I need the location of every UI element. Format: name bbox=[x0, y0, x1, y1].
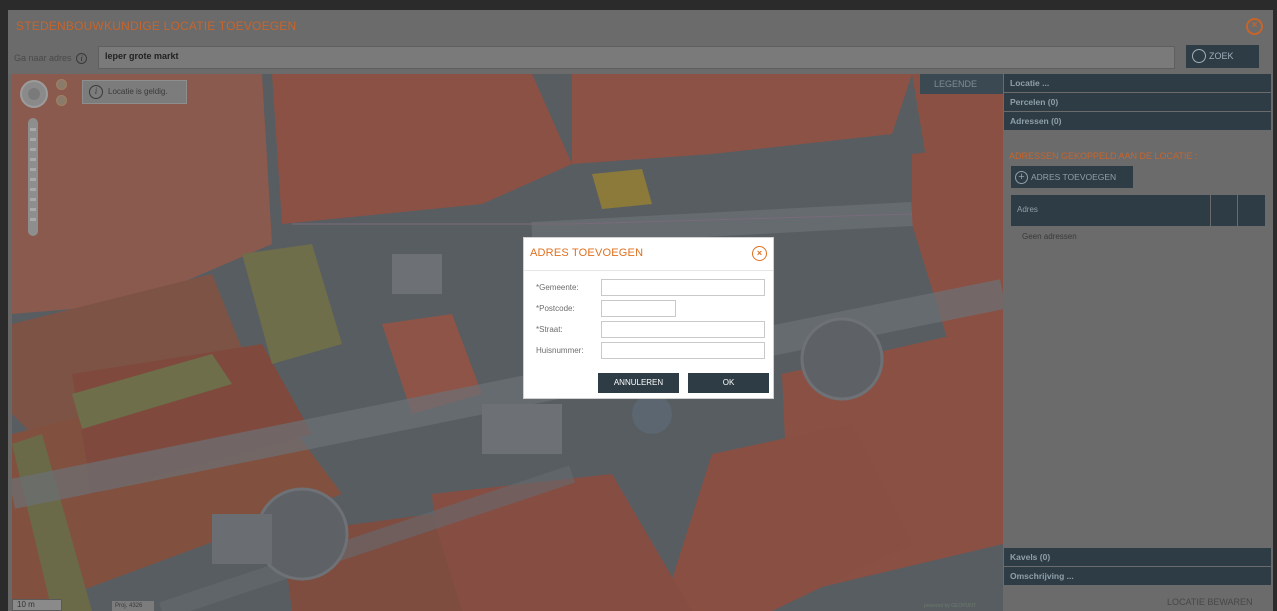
sidebar-panel: Locatie ... Percelen (0) Adressen (0) AD… bbox=[1003, 74, 1273, 611]
info-icon: i bbox=[89, 84, 103, 99]
add-address-button[interactable]: + ADRES TOEVOEGEN bbox=[1011, 166, 1133, 188]
map-view[interactable]: i Locatie is geldig. LEGENDE 10 m Proj. 4… bbox=[12, 74, 1003, 611]
empty-address-text: Geen adressen bbox=[1022, 232, 1077, 241]
scale-bar: 10 m bbox=[12, 599, 62, 611]
plus-icon: + bbox=[1015, 171, 1028, 185]
projection-label: Proj. 4326 bbox=[112, 601, 154, 611]
huisnummer-input[interactable] bbox=[601, 342, 765, 359]
gemeente-label: *Gemeente: bbox=[536, 283, 579, 292]
column-divider bbox=[1237, 195, 1238, 226]
add-address-dialog: ADRES TOEVOEGEN × *Gemeente: *Postcode: … bbox=[523, 237, 774, 399]
column-adres: Adres bbox=[1017, 205, 1038, 214]
zoom-tick bbox=[30, 128, 36, 131]
validity-text: Locatie is geldig. bbox=[108, 87, 168, 96]
zoom-tick bbox=[30, 218, 36, 221]
zoom-tick bbox=[30, 168, 36, 171]
address-label: Ga naar adres i bbox=[14, 53, 88, 64]
zoom-tick bbox=[30, 148, 36, 151]
gemeente-input[interactable] bbox=[601, 279, 765, 296]
info-icon[interactable]: i bbox=[76, 53, 88, 64]
section-omschrijving[interactable]: Omschrijving ... bbox=[1004, 567, 1271, 585]
address-bar: Ga naar adres i Ieper grote markt ZOEK bbox=[8, 44, 1273, 74]
map-canvas bbox=[12, 74, 1003, 611]
zoom-tick bbox=[30, 208, 36, 211]
zoom-tick bbox=[30, 138, 36, 141]
huisnummer-label: Huisnummer: bbox=[536, 346, 584, 355]
save-location-button[interactable]: LOCATIE BEWAREN bbox=[1167, 597, 1253, 607]
straat-label: *Straat: bbox=[536, 325, 563, 334]
previous-view-icon[interactable] bbox=[56, 95, 67, 106]
legend-button[interactable]: LEGENDE bbox=[920, 74, 1003, 94]
zoom-tick bbox=[30, 188, 36, 191]
address-search-input[interactable]: Ieper grote markt bbox=[98, 46, 1175, 69]
postcode-label: *Postcode: bbox=[536, 304, 575, 313]
add-address-label: ADRES TOEVOEGEN bbox=[1031, 172, 1117, 182]
ok-button[interactable]: OK bbox=[688, 373, 769, 393]
cancel-button[interactable]: ANNULEREN bbox=[598, 373, 679, 393]
powered-by-logo: powered by GEOPUNT bbox=[924, 603, 976, 609]
close-icon[interactable]: × bbox=[1246, 18, 1263, 35]
straat-input[interactable] bbox=[601, 321, 765, 338]
zoom-extent-icon[interactable] bbox=[56, 79, 67, 90]
dialog-divider bbox=[524, 270, 773, 271]
title-bar: STEDENBOUWKUNDIGE LOCATIE TOEVOEGEN × bbox=[8, 10, 1273, 44]
section-locatie[interactable]: Locatie ... bbox=[1004, 74, 1271, 92]
zoom-tick bbox=[30, 178, 36, 181]
column-divider bbox=[1210, 195, 1211, 226]
validity-message: i Locatie is geldig. bbox=[82, 80, 187, 104]
dialog-title: ADRES TOEVOEGEN bbox=[530, 247, 644, 259]
linked-addresses-title: ADRESSEN GEKOPPELD AAN DE LOCATIE : bbox=[1009, 151, 1198, 161]
address-label-text: Ga naar adres bbox=[14, 53, 72, 63]
zoom-slider[interactable] bbox=[28, 118, 38, 236]
zoom-tick bbox=[30, 158, 36, 161]
section-adressen[interactable]: Adressen (0) bbox=[1004, 112, 1271, 130]
pan-control[interactable] bbox=[20, 80, 48, 108]
search-icon bbox=[1192, 48, 1206, 63]
section-kavels[interactable]: Kavels (0) bbox=[1004, 548, 1271, 566]
search-button[interactable]: ZOEK bbox=[1186, 45, 1259, 68]
close-icon[interactable]: × bbox=[752, 246, 767, 261]
search-button-label: ZOEK bbox=[1209, 51, 1234, 61]
section-percelen[interactable]: Percelen (0) bbox=[1004, 93, 1271, 111]
window-title: STEDENBOUWKUNDIGE LOCATIE TOEVOEGEN bbox=[16, 19, 297, 33]
address-table-header: Adres bbox=[1011, 195, 1265, 226]
zoom-tick bbox=[30, 198, 36, 201]
postcode-input[interactable] bbox=[601, 300, 676, 317]
